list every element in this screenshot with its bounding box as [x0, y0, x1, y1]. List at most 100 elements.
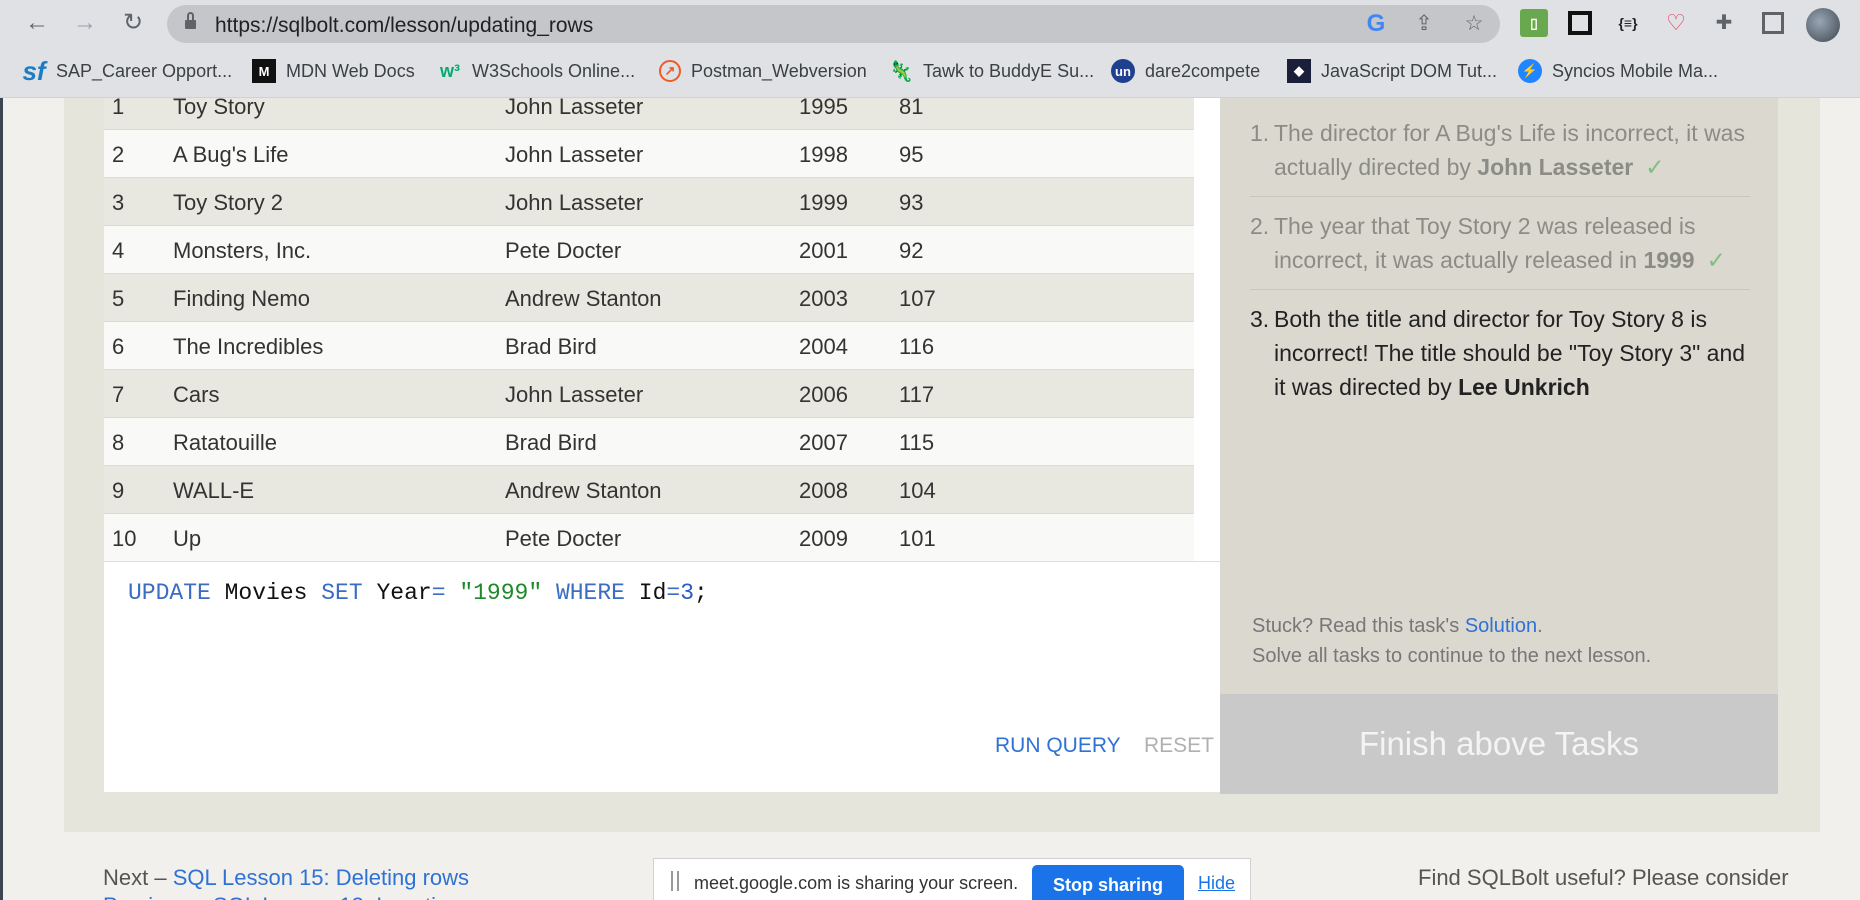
bookmark-item[interactable]: 🦎 Tawk to BuddyE Su...: [889, 58, 1095, 84]
cell-id: 10: [112, 526, 137, 551]
bookmark-item[interactable]: M MDN Web Docs: [252, 58, 415, 84]
next-prefix: Next –: [103, 865, 173, 890]
cell-title: Monsters, Inc.: [173, 238, 312, 263]
extensions-puzzle-icon[interactable]: ✚: [1710, 9, 1738, 37]
bookmark-label: W3Schools Online...: [472, 60, 636, 81]
lock-icon[interactable]: [185, 12, 196, 30]
stuck-text: Stuck? Read this task's: [1252, 615, 1465, 637]
stop-sharing-button[interactable]: Stop sharing: [1032, 865, 1184, 900]
query-editor[interactable]: UPDATE Movies SET Year= "1999" WHERE Id=…: [104, 561, 1220, 792]
task-emphasis: 1999: [1643, 247, 1695, 273]
table-row: 1 Toy Story John Lasseter 1995 81: [104, 98, 1194, 130]
cell-title: Up: [173, 526, 202, 551]
cell-length: 104: [899, 478, 936, 503]
query-code[interactable]: UPDATE Movies SET Year= "1999" WHERE Id=…: [128, 580, 708, 606]
reload-icon[interactable]: ↻: [118, 8, 148, 38]
cell-title: Finding Nemo: [173, 286, 310, 311]
cell-id: 4: [112, 238, 125, 263]
cell-id: 7: [112, 382, 125, 407]
reset-button[interactable]: RESET: [1144, 734, 1214, 758]
cell-id: 8: [112, 430, 125, 455]
google-translate-icon[interactable]: G: [1363, 11, 1389, 37]
bookmark-label: JavaScript DOM Tut...: [1321, 60, 1498, 81]
checkmark-icon: ✓: [1706, 247, 1726, 273]
sql-keyword: SET: [321, 580, 363, 606]
cell-year: 2001: [799, 238, 848, 263]
bookmark-item[interactable]: un dare2compete: [1111, 58, 1260, 84]
cell-length: 101: [899, 526, 936, 551]
sql-identifier: Id: [624, 580, 667, 606]
cell-director: Brad Bird: [505, 430, 597, 455]
hide-link[interactable]: Hide: [1198, 873, 1235, 894]
cell-year: 2004: [799, 334, 848, 359]
bookmark-item[interactable]: ⚡ Syncios Mobile Ma...: [1518, 58, 1718, 84]
cell-year: 1995: [799, 98, 848, 119]
extension-square-icon[interactable]: [1568, 11, 1592, 35]
extension-json-icon[interactable]: {≡}: [1614, 9, 1642, 37]
cell-id: 3: [112, 190, 125, 215]
back-arrow-icon[interactable]: ←: [22, 8, 52, 38]
table-row: 2 A Bug's Life John Lasseter 1998 95: [104, 130, 1194, 178]
cell-year: 1999: [799, 190, 848, 215]
drag-handle-icon[interactable]: [671, 871, 679, 891]
cell-year: 2009: [799, 526, 848, 551]
cell-id: 5: [112, 286, 125, 311]
cell-director: John Lasseter: [505, 190, 644, 215]
finish-tasks-button[interactable]: Finish above Tasks: [1220, 694, 1778, 794]
task-emphasis: Lee Unkrich: [1458, 374, 1590, 400]
bookmark-item[interactable]: ↗ Postman_Webversion: [659, 58, 867, 84]
solution-link[interactable]: Solution: [1465, 615, 1537, 637]
previous-lesson-link[interactable]: Previous – SQL Lesson 13: Inserting rows: [103, 893, 513, 900]
sql-identifier: Movies: [210, 580, 322, 606]
cell-length: 117: [899, 382, 935, 407]
bookmarks-bar: sf SAP_Career Opport... M MDN Web Docs w…: [0, 46, 1860, 98]
next-lesson-link[interactable]: SQL Lesson 15: Deleting rows: [173, 865, 469, 890]
bookmark-label: MDN Web Docs: [286, 60, 415, 81]
table-row: 5 Finding Nemo Andrew Stanton 2003 107: [104, 274, 1194, 322]
support-text: Find SQLBolt useful? Please consider: [1418, 865, 1789, 890]
stuck-period: .: [1537, 615, 1543, 637]
cell-title: Toy Story: [173, 98, 265, 119]
cell-length: 95: [899, 142, 924, 167]
mdn-icon: M: [252, 59, 276, 83]
syncios-icon: ⚡: [1518, 59, 1542, 83]
bookmark-label: Syncios Mobile Ma...: [1552, 60, 1719, 81]
sql-number: 3: [680, 580, 695, 606]
profile-avatar[interactable]: [1806, 8, 1840, 42]
browser-toolbar: ← → ↻ https://sqlbolt.com/lesson/updatin…: [0, 0, 1860, 46]
cell-length: 115: [899, 430, 935, 455]
cell-id: 2: [112, 142, 125, 167]
url-text[interactable]: https://sqlbolt.com/lesson/updating_rows: [215, 14, 593, 38]
forward-arrow-icon[interactable]: →: [70, 8, 100, 38]
table-row: 9 WALL-E Andrew Stanton 2008 104: [104, 466, 1194, 514]
extension-green-icon[interactable]: ▯: [1520, 9, 1548, 37]
cell-director: John Lasseter: [505, 382, 644, 407]
window-edge: [0, 98, 3, 900]
run-query-button[interactable]: RUN QUERY: [995, 734, 1121, 758]
cell-length: 81: [899, 98, 924, 119]
sql-operator: =: [431, 580, 446, 606]
bookmark-star-icon[interactable]: ☆: [1461, 11, 1487, 37]
share-icon[interactable]: ⇪: [1411, 11, 1437, 37]
cell-title: A Bug's Life: [173, 142, 289, 167]
cell-year: 2008: [799, 478, 848, 503]
checkmark-icon: ✓: [1645, 154, 1665, 180]
side-panel-icon[interactable]: [1762, 12, 1784, 34]
table-row: 3 Toy Story 2 John Lasseter 1999 93: [104, 178, 1194, 226]
bookmark-item[interactable]: ◆ JavaScript DOM Tut...: [1287, 58, 1497, 84]
results-table[interactable]: 1 Toy Story John Lasseter 1995 81 2 A Bu…: [104, 98, 1220, 561]
javascript-tutorial-icon: ◆: [1287, 59, 1311, 83]
table-row: 6 The Incredibles Brad Bird 2004 116: [104, 322, 1194, 370]
address-bar[interactable]: https://sqlbolt.com/lesson/updating_rows…: [167, 5, 1500, 43]
cell-length: 93: [899, 190, 924, 215]
cell-director: Pete Docter: [505, 238, 622, 263]
cell-director: Andrew Stanton: [505, 286, 662, 311]
bookmark-label: dare2compete: [1145, 60, 1261, 81]
bookmark-item[interactable]: w³ W3Schools Online...: [438, 58, 635, 84]
cell-director: Andrew Stanton: [505, 478, 662, 503]
bookmark-item[interactable]: sf SAP_Career Opport...: [22, 56, 232, 86]
pocket-icon[interactable]: ♡: [1662, 9, 1690, 37]
w3schools-icon: w³: [440, 60, 460, 81]
task-list: 1. The director for A Bug's Life is inco…: [1250, 116, 1750, 428]
cell-id: 1: [112, 98, 125, 119]
